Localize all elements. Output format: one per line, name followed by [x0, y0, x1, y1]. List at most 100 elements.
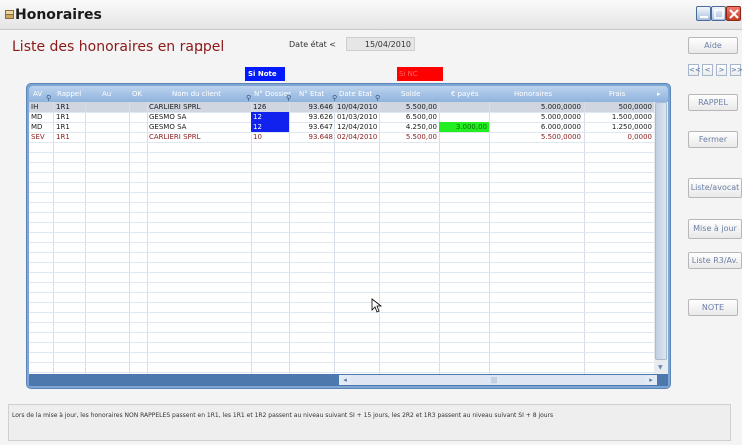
previous-button[interactable]: < [702, 64, 713, 76]
table-cell-av[interactable]: SEV [31, 132, 51, 142]
table-cell-frais[interactable]: 0,0000 [586, 132, 653, 142]
table-cell-honoraires[interactable]: 5.000,0000 [491, 112, 581, 122]
table-cell-ok[interactable] [130, 122, 146, 132]
search-icon[interactable]: ⚲ [286, 94, 291, 102]
table-cell-au[interactable] [87, 132, 127, 142]
minimize-icon [700, 16, 708, 18]
table-cell-au[interactable] [87, 122, 127, 132]
scroll-right-icon[interactable]: ▸ [645, 375, 657, 385]
column-header-honoraires[interactable]: Honoraires [514, 90, 552, 98]
column-header-date[interactable]: Date Etat [339, 90, 372, 98]
table-cell-payes[interactable]: 3.000,00 [441, 122, 487, 132]
table-cell-ok[interactable] [130, 112, 146, 122]
row-divider [29, 162, 654, 163]
column-header-av[interactable]: AV [33, 90, 42, 98]
table-cell-date[interactable]: 12/04/2010 [337, 122, 381, 132]
search-icon[interactable]: ⚲ [46, 94, 51, 102]
table-cell-client[interactable]: GESMO SA [149, 122, 249, 132]
row-divider [29, 322, 654, 323]
grip-icon: ||| [491, 377, 498, 384]
table-cell-honoraires[interactable]: 5.000,0000 [491, 102, 581, 112]
next-button[interactable]: > [716, 64, 727, 76]
table-cell-frais[interactable]: 500,0000 [586, 102, 652, 112]
table-cell-etat[interactable]: 93.646 [291, 102, 334, 112]
table-cell-date[interactable]: 10/04/2010 [337, 102, 381, 112]
search-icon[interactable]: ⚲ [375, 94, 380, 102]
column-header-solde[interactable]: Solde [401, 90, 420, 98]
search-icon[interactable]: ⚲ [246, 94, 251, 102]
table-cell-date[interactable]: 02/04/2010 [337, 132, 381, 142]
table-cell-solde[interactable]: 5.500,00 [381, 102, 437, 112]
table-cell-honoraires[interactable]: 5.500,0000 [491, 132, 581, 142]
table-cell-au[interactable] [87, 112, 127, 122]
scroll-down-icon[interactable]: ▼ [658, 364, 663, 371]
column-header-client[interactable]: Nom du client [172, 90, 221, 98]
column-header-etat[interactable]: N° Etat [299, 90, 324, 98]
maximize-button[interactable] [711, 6, 726, 21]
table-cell-dossier[interactable]: 126 [253, 102, 287, 112]
horizontal-scroll-thumb[interactable]: ||| [351, 375, 645, 385]
table-cell-rappel[interactable]: 1R1 [56, 132, 84, 142]
page-title-colon: : [199, 39, 204, 55]
row-divider [29, 172, 654, 173]
date-etat-field[interactable]: 15/04/2010 [346, 37, 415, 51]
table-cell-av[interactable]: IH [31, 102, 51, 112]
column-header-au[interactable]: Au [102, 90, 111, 98]
liste-r3-button[interactable]: Liste R3/Av. [688, 252, 742, 269]
table-cell-etat[interactable]: 93.647 [291, 122, 334, 132]
fermer-button[interactable]: Fermer [688, 131, 738, 148]
table-cell-dossier[interactable]: 12 [253, 112, 287, 122]
aide-button[interactable]: Aide [688, 37, 738, 54]
column-header-payes[interactable]: € payés [451, 90, 479, 98]
table-cell-dossier[interactable]: 12 [253, 122, 287, 132]
row-divider [29, 182, 654, 183]
table-cell-ok[interactable] [130, 102, 146, 112]
column-scroll-right-icon[interactable]: ▸ [657, 90, 661, 98]
table-cell-frais[interactable]: 1.250,0000 [586, 122, 652, 132]
column-header-frais[interactable]: Frais [609, 90, 625, 98]
table-cell-client[interactable]: CARLIERI SPRL [149, 102, 249, 112]
table-cell-dossier[interactable]: 10 [253, 132, 287, 142]
table-cell-frais[interactable]: 1.500,0000 [586, 112, 652, 122]
table-cell-payes[interactable] [441, 112, 487, 122]
horizontal-scrollbar[interactable]: ◂ ||| ▸ [29, 374, 668, 386]
column-header-ok[interactable]: OK [132, 90, 142, 98]
column-header-rappel[interactable]: Rappel [57, 90, 81, 98]
row-divider [29, 242, 654, 243]
table-cell-au[interactable] [87, 102, 127, 112]
table-cell-solde[interactable]: 5.500,00 [381, 132, 437, 142]
scroll-left-icon[interactable]: ◂ [339, 375, 351, 385]
table-cell-payes[interactable] [441, 102, 487, 112]
search-icon[interactable]: ⚲ [332, 94, 337, 102]
table-cell-av[interactable]: MD [31, 112, 51, 122]
table-cell-payes[interactable] [441, 132, 487, 142]
row-divider [29, 362, 654, 363]
mise-a-jour-button[interactable]: Mise à jour [688, 219, 742, 239]
table-cell-etat[interactable]: 93.626 [291, 112, 334, 122]
first-button[interactable]: << [688, 64, 701, 76]
row-divider [29, 142, 654, 143]
table-cell-client[interactable]: CARLIERI SPRL [149, 132, 249, 142]
table-cell-client[interactable]: GESMO SA [149, 112, 249, 122]
table-cell-solde[interactable]: 6.500,00 [381, 112, 437, 122]
table-cell-rappel[interactable]: 1R1 [56, 112, 84, 122]
liste-avocat-button[interactable]: Liste/avocat [688, 178, 742, 198]
grid-body: IH 1R1 CARLIERI SPRL 126 93.646 10/04/2010 5.5… [29, 102, 654, 374]
table-cell-etat[interactable]: 93.648 [291, 132, 334, 142]
close-button[interactable] [726, 6, 741, 21]
note-button[interactable]: NOTE [688, 299, 738, 316]
minimize-button[interactable] [696, 6, 711, 21]
table-cell-rappel[interactable]: 1R1 [56, 102, 84, 112]
table-cell-solde[interactable]: 4.250,00 [381, 122, 437, 132]
vertical-scroll-thumb[interactable] [655, 102, 667, 360]
table-cell-av[interactable]: MD [31, 122, 51, 132]
close-icon [729, 9, 739, 19]
vertical-scrollbar[interactable]: ▼ [654, 102, 668, 374]
table-cell-rappel[interactable]: 1R1 [56, 122, 84, 132]
table-cell-date[interactable]: 01/03/2010 [337, 112, 381, 122]
table-cell-honoraires[interactable]: 6.000,0000 [491, 122, 581, 132]
last-button[interactable]: >> [730, 64, 742, 76]
app-icon [5, 10, 14, 19]
table-cell-ok[interactable] [130, 132, 146, 142]
rappel-button[interactable]: RAPPEL [688, 94, 738, 111]
